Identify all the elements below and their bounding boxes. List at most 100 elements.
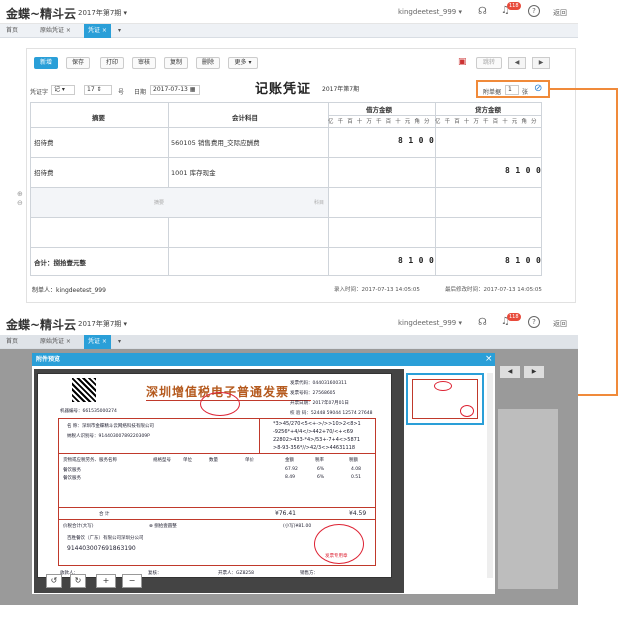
digit-column-header: 元 [511, 119, 518, 125]
digit-column-header: 亿 [435, 119, 441, 125]
notification-badge-2: 118 [507, 313, 521, 321]
period-selector-2[interactable]: 2017年第7期 ▾ [78, 319, 127, 329]
tab-original-voucher[interactable]: 原始凭证 × [36, 24, 75, 38]
tab-menu-icon-2[interactable]: ▾ [114, 335, 125, 349]
attachment-preview-dialog: 附件预览 × 机器编号：661535000274 深圳增值税电子普通发票 发票代… [31, 352, 496, 595]
digit-column-header: 十 [395, 119, 401, 125]
voucher-period: 2017年第7期 [322, 86, 360, 93]
voucher-background [498, 409, 558, 589]
help-icon-2[interactable]: ? [528, 316, 540, 328]
tab-voucher[interactable]: 凭证 × [84, 24, 111, 38]
voucher-number-unit: 号 [118, 89, 125, 96]
tab-bar: 首页 原始凭证 × 凭证 × ▾ [0, 24, 578, 38]
voucher-number-input[interactable]: 17 ⇕ [84, 85, 112, 95]
more-button[interactable]: 更多 ▾ [228, 57, 258, 69]
prev-voucher-button[interactable]: ◀ [508, 57, 526, 69]
credit-header: 贷方金额 [475, 106, 501, 114]
summary-header: 摘要 [92, 114, 105, 122]
headset-icon[interactable]: ☊ [478, 6, 487, 17]
tab-original-voucher-2[interactable]: 原始凭证 × [36, 335, 75, 349]
thumbnail-scrollbar[interactable] [487, 373, 493, 578]
rotate-left-button[interactable]: ↺ [46, 574, 62, 588]
back-link[interactable]: 返回 [553, 8, 567, 18]
row1-account[interactable]: 560105 销售费用_交际应酬费 [171, 137, 260, 147]
back-link-2[interactable]: 返回 [553, 319, 567, 329]
seller-stamp: 发票专用章 [314, 524, 364, 564]
account-selector-2[interactable]: kingdeetest_999 ▾ [398, 319, 462, 327]
digit-column-header: 分 [531, 119, 537, 125]
invoice-image: 机器编号：661535000274 深圳增值税电子普通发票 发票代码：04403… [37, 373, 392, 578]
modify-time: 最后修改时间：2017-07-13 14:05:05 [445, 287, 542, 293]
rotate-right-button[interactable]: ↻ [70, 574, 86, 588]
review-button[interactable]: 审核 [132, 57, 156, 69]
digit-column-header: 分 [424, 119, 430, 125]
digit-column-header: 亿 [328, 119, 334, 125]
row2-account[interactable]: 1001 库存现金 [171, 167, 216, 177]
print-button[interactable]: 打印 [100, 57, 124, 69]
image-icon[interactable]: ▣ [458, 57, 467, 67]
digit-column-header: 十 [463, 119, 470, 125]
add-row-icon[interactable]: ⊕ [17, 190, 23, 198]
attachment-thumbnail[interactable] [406, 373, 484, 425]
tab-home[interactable]: 首页 [2, 24, 22, 38]
date-input[interactable]: 2017-07-13 ▦ [150, 85, 200, 95]
period-selector[interactable]: 2017年第7期 ▾ [78, 8, 127, 18]
digit-column-header: 十 [502, 119, 508, 125]
row2-credit[interactable]: 8100 [505, 166, 546, 175]
copy-button[interactable]: 复制 [164, 57, 188, 69]
delete-button[interactable]: 删除 [196, 57, 220, 69]
digit-column-header: 元 [404, 119, 411, 125]
jump-button[interactable]: 跳转 [476, 57, 502, 69]
tab-home-2[interactable]: 首页 [2, 335, 22, 349]
brand-logo-2: 金蝶~精斗云 [6, 318, 77, 332]
digit-column-header: 百 [454, 119, 460, 125]
connector-line-top [550, 88, 618, 90]
top-header: 金蝶~精斗云 2017年第7期 ▾ kingdeetest_999 ▾ ☊ ♫ … [0, 0, 578, 24]
brand-logo: 金蝶~精斗云 [6, 7, 77, 21]
tab-menu-icon[interactable]: ▾ [114, 24, 125, 38]
digit-column-header: 角 [414, 119, 420, 125]
voucher-word-select[interactable]: 记 ▾ [51, 85, 75, 95]
row3-summary-placeholder[interactable]: 摘要 [154, 199, 164, 206]
save-button[interactable]: 保存 [66, 57, 90, 69]
entry-time: 录入时间：2017-07-13 14:05:05 [334, 287, 420, 293]
digit-column-header: 百 [492, 119, 499, 125]
digit-column-header: 万 [473, 119, 479, 125]
dialog-close-button[interactable]: × [485, 354, 493, 364]
dialog-title: 附件预览 [32, 353, 495, 366]
new-button[interactable]: 新增 [34, 57, 58, 69]
voucher-grid [30, 102, 542, 276]
preview-header: 金蝶~精斗云 2017年第7期 ▾ kingdeetest_999 ▾ ☊ ♫ … [0, 310, 578, 335]
prev-voucher-button-2[interactable]: ◀ [500, 366, 520, 378]
account-selector[interactable]: kingdeetest_999 ▾ [398, 8, 462, 16]
tab-voucher-2[interactable]: 凭证 × [84, 335, 111, 349]
next-voucher-button[interactable]: ▶ [532, 57, 550, 69]
debit-digit-header: 亿千百十万千百十元角分 [328, 117, 434, 125]
help-icon[interactable]: ? [528, 5, 540, 17]
headset-icon-2[interactable]: ☊ [478, 317, 487, 328]
credit-digit-header: 亿千百十万千百十元角分 [435, 117, 541, 125]
row3-account-placeholder[interactable]: 科目 [314, 199, 324, 206]
zoom-out-button[interactable]: − [122, 574, 142, 588]
digit-column-header: 万 [366, 119, 372, 125]
zoom-in-button[interactable]: + [96, 574, 116, 588]
tax-seal [200, 392, 240, 416]
row1-debit[interactable]: 8100 [398, 136, 439, 145]
digit-column-header: 百 [385, 119, 392, 125]
row1-summary[interactable]: 招待费 [34, 137, 54, 147]
digit-column-header: 千 [376, 119, 382, 125]
row2-summary[interactable]: 招待费 [34, 167, 54, 177]
digit-column-header: 千 [337, 119, 344, 125]
total-credit: 8100 [505, 256, 547, 265]
remove-row-icon[interactable]: ⊖ [17, 199, 23, 207]
digit-column-header: 千 [483, 119, 489, 125]
qr-code [72, 378, 96, 402]
digit-column-header: 千 [444, 119, 451, 125]
maker-info: 制单人：kingdeetest_999 [32, 287, 106, 294]
next-voucher-button-2[interactable]: ▶ [524, 366, 544, 378]
voucher-word-label: 凭证字 [30, 89, 49, 96]
debit-header: 借方金额 [366, 106, 392, 114]
total-debit: 8100 [398, 256, 440, 265]
digit-column-header: 十 [356, 119, 363, 125]
total-label: 合计：捌拾壹元整 [34, 259, 86, 267]
